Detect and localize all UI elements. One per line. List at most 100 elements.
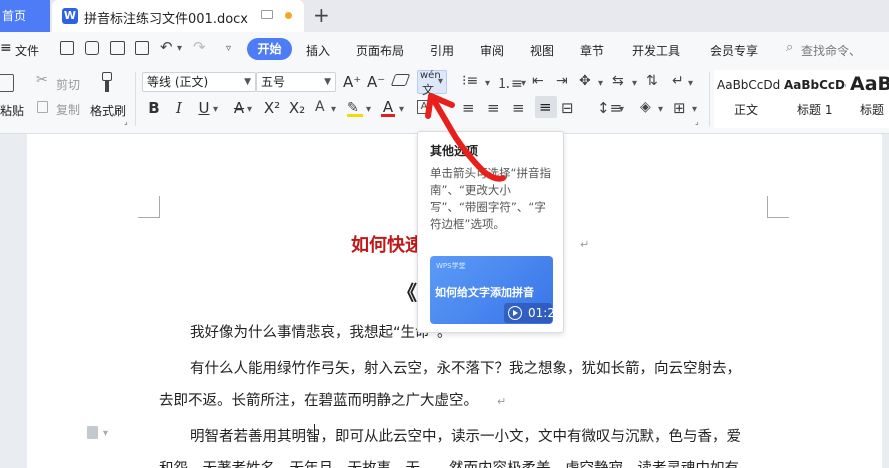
style-title[interactable]: AaB 标题: [848, 70, 889, 128]
tab-review[interactable]: 审阅: [480, 42, 504, 59]
group-separator: [135, 72, 136, 126]
bullet-list-icon[interactable]: ⁝≡: [462, 73, 478, 89]
numbered-list-icon[interactable]: ⒈≡: [497, 73, 523, 93]
paragraph-line[interactable]: 我好像为什么事情悲哀，我想起“生命”。: [190, 321, 452, 342]
tab-developer[interactable]: 开发工具: [632, 42, 680, 59]
show-marks-dropdown-icon[interactable]: ▾: [688, 78, 693, 89]
style-preview: AaBbCcDd: [717, 78, 780, 92]
video-brand: WPS学堂: [436, 262, 466, 270]
decrease-indent-icon[interactable]: ⇤: [532, 73, 544, 89]
margin-corner-mark: [138, 196, 160, 218]
strikethrough-button[interactable]: A: [230, 99, 248, 117]
align-center-icon[interactable]: ≡: [487, 99, 500, 117]
new-tab-button[interactable]: +: [313, 3, 330, 27]
highlight-dropdown-icon[interactable]: ▾: [366, 104, 371, 115]
paragraph-line[interactable]: 和怨。无著者姓名。无年月。无故事。无……然而内容极柔美。虚空静寂，读者灵魂中如有: [159, 457, 739, 468]
text-direction-dropdown-icon[interactable]: ▾: [632, 78, 637, 89]
paragraph-handle-icon[interactable]: [87, 426, 98, 439]
command-search[interactable]: 查找命令、: [801, 42, 861, 59]
tab-member[interactable]: 会员专享: [710, 42, 758, 59]
style-heading-1[interactable]: AaBbCcDd 标题 1: [782, 70, 848, 128]
character-border-icon[interactable]: A: [417, 100, 431, 114]
style-name: 标题 1: [797, 103, 833, 117]
line-spacing-dropdown-icon[interactable]: ▾: [619, 104, 624, 115]
borders-icon[interactable]: ⊞: [673, 99, 686, 117]
paragraph-mark: ↵: [497, 395, 507, 408]
distributed-align-icon[interactable]: ⊟: [561, 99, 574, 117]
align-right-icon[interactable]: ≡: [512, 99, 525, 117]
hamburger-icon[interactable]: ≡: [0, 40, 12, 56]
copy-button[interactable]: 复制: [56, 101, 80, 118]
borders-dropdown-icon[interactable]: ▾: [692, 104, 697, 115]
paragraph-line[interactable]: 明智者若善用其明智，即可从此云空中，读示一小文，文中有微叹与沉默，色与香，爱: [190, 425, 741, 446]
paragraph-line[interactable]: 去即不返。长箭所注，在碧蓝而明静之广大虚空。: [159, 389, 478, 410]
print-icon[interactable]: [110, 41, 125, 55]
group-separator: [709, 72, 710, 126]
undo-icon[interactable]: ↶: [160, 38, 173, 56]
strikethrough-dropdown-icon[interactable]: ▾: [247, 104, 252, 115]
tab-insert[interactable]: 插入: [306, 42, 330, 59]
chinese-layout-icon[interactable]: ✥: [579, 73, 591, 89]
underline-button[interactable]: U: [195, 99, 213, 117]
tab-page-layout[interactable]: 页面布局: [356, 42, 404, 59]
export-pdf-icon[interactable]: [85, 41, 99, 55]
monitor-icon[interactable]: [261, 10, 273, 19]
home-tab[interactable]: 首页: [0, 0, 50, 32]
tab-view[interactable]: 视图: [530, 42, 554, 59]
shrink-font-button[interactable]: A⁻: [367, 73, 385, 91]
bold-button[interactable]: B: [145, 99, 163, 117]
font-family-select[interactable]: 等线 (正文) ▼: [142, 72, 256, 92]
tutorial-video-card[interactable]: WPS学堂 如何给文字添加拼音 01:21: [430, 256, 553, 324]
style-preview: AaB: [850, 73, 889, 95]
text-direction-icon[interactable]: ⇆: [612, 73, 624, 89]
paste-label[interactable]: 粘贴: [0, 102, 24, 119]
tooltip-body: 单击箭头可选择“拼音指南”、“更改大小写”、“带圈字符”、“字符边框”选项。: [430, 166, 551, 231]
redo-icon[interactable]: ↷: [193, 38, 206, 56]
underline-dropdown-icon[interactable]: ▾: [213, 104, 218, 115]
video-duration: 01:21: [528, 306, 553, 320]
document-tab[interactable]: W 拼音标注练习文件001.docx: [52, 0, 304, 32]
play-icon[interactable]: [508, 306, 522, 320]
shading-icon[interactable]: ◈: [640, 99, 651, 115]
font-color-dropdown-icon[interactable]: ▾: [399, 104, 404, 115]
paragraph-line[interactable]: 有什么人能用绿竹作弓矢，射入云空，永不落下？我之想象，犹如长箭，向云空射去，: [190, 357, 741, 378]
paragraph-handle-dropdown-icon[interactable]: ▾: [103, 428, 108, 439]
tab-chapter[interactable]: 章节: [580, 42, 604, 59]
print-preview-icon[interactable]: [135, 41, 149, 55]
search-icon[interactable]: ⌕: [786, 40, 793, 55]
justify-icon: ≡: [539, 98, 552, 116]
text-effect-icon[interactable]: A: [315, 99, 325, 115]
pinyin-dropdown-icon[interactable]: ▾: [438, 76, 443, 87]
numbered-list-dropdown-icon[interactable]: ▾: [521, 78, 526, 89]
paste-icon[interactable]: [0, 74, 14, 92]
paragraph-dialog-launcher-icon[interactable]: ⌟: [695, 117, 699, 126]
italic-button[interactable]: I: [170, 99, 188, 117]
justify-button[interactable]: ≡: [535, 96, 557, 118]
save-icon[interactable]: [60, 41, 74, 55]
format-painter-label[interactable]: 格式刷: [90, 102, 126, 119]
bullet-list-dropdown-icon[interactable]: ▾: [485, 78, 490, 89]
grow-font-button[interactable]: A⁺: [343, 73, 361, 91]
clipboard-dialog-launcher-icon[interactable]: ⌟: [124, 117, 128, 126]
tab-start[interactable]: 开始: [247, 38, 292, 60]
align-left-icon[interactable]: ≡: [462, 99, 475, 117]
undo-dropdown-icon[interactable]: ▾: [177, 43, 182, 54]
file-menu[interactable]: 文件: [15, 42, 39, 59]
style-normal[interactable]: AaBbCcDd 正文: [714, 70, 782, 128]
shading-dropdown-icon[interactable]: ▾: [658, 104, 663, 115]
text-effect-dropdown-icon[interactable]: ▾: [331, 104, 336, 115]
chinese-layout-dropdown-icon[interactable]: ▾: [598, 78, 603, 89]
scissors-icon: ✂: [36, 72, 48, 88]
format-painter-icon[interactable]: [100, 72, 114, 94]
quick-access-dropdown-icon[interactable]: ▿: [226, 43, 231, 54]
style-name: 标题: [860, 103, 885, 117]
subscript-button[interactable]: X₂: [286, 99, 308, 117]
superscript-button[interactable]: X²: [261, 99, 283, 117]
sort-icon[interactable]: ⇅: [646, 73, 658, 89]
show-marks-icon[interactable]: ↵: [672, 73, 684, 89]
style-preview: AaBbCcDd: [784, 78, 846, 92]
font-size-select[interactable]: 五号 ▼: [256, 72, 336, 92]
increase-indent-icon[interactable]: ⇥: [556, 73, 568, 89]
cut-button[interactable]: 剪切: [56, 76, 80, 93]
tab-references[interactable]: 引用: [430, 42, 454, 59]
